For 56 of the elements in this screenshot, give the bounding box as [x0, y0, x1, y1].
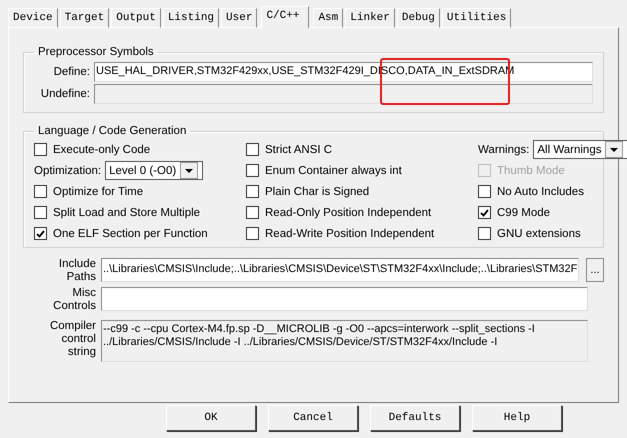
- field-label: Include Paths: [58, 258, 96, 284]
- checkbox-label: No Auto Includes: [497, 186, 584, 198]
- checkbox[interactable]: [246, 227, 259, 240]
- checkbox[interactable]: [478, 185, 491, 198]
- tab[interactable]: Listing: [162, 8, 220, 28]
- checkbox-label: Read-Only Position Independent: [265, 206, 432, 218]
- browse-button[interactable]: ...: [586, 258, 604, 282]
- dialog-button[interactable]: Defaults: [370, 405, 460, 431]
- checkbox[interactable]: [246, 206, 259, 219]
- checkbox-label: Thumb Mode: [497, 164, 565, 176]
- select-label: Warnings:: [478, 144, 530, 156]
- checkbox[interactable]: [246, 185, 259, 198]
- checkbox-label: Split Load and Store Multiple: [53, 206, 200, 218]
- checkbox-label: Enum Container always int: [265, 164, 402, 176]
- dialog-button[interactable]: OK: [166, 405, 256, 431]
- misc-controls-field[interactable]: [101, 287, 588, 311]
- group-title: Preprocessor Symbols: [37, 46, 155, 58]
- checkbox[interactable]: [34, 143, 47, 156]
- tab[interactable]: Target: [60, 8, 110, 28]
- checkbox-label: GNU extensions: [497, 228, 581, 240]
- field-label: Compiler control string: [48, 320, 96, 359]
- checkbox[interactable]: [34, 206, 47, 219]
- tab[interactable]: Asm: [313, 8, 344, 28]
- checkmark-icon: [36, 230, 45, 238]
- checkbox[interactable]: [34, 185, 47, 198]
- checkbox-label: C99 Mode: [497, 206, 550, 218]
- tab[interactable]: User: [221, 8, 258, 28]
- checkmark-icon: [480, 208, 489, 216]
- select-label: Optimization:: [34, 164, 102, 176]
- dialog-button[interactable]: Cancel: [268, 405, 358, 431]
- tab[interactable]: Device: [8, 8, 58, 28]
- checkbox[interactable]: [246, 143, 259, 156]
- checkbox[interactable]: [478, 206, 491, 219]
- checkbox-label: Plain Char is Signed: [265, 186, 370, 198]
- checkbox[interactable]: [478, 227, 491, 240]
- dropdown[interactable]: All Warnings: [533, 140, 627, 159]
- dialog-button[interactable]: Help: [472, 405, 562, 431]
- tab[interactable]: Debug: [396, 8, 440, 28]
- tab[interactable]: C/C++: [261, 6, 310, 28]
- compiler-control-string-field: --c99 -c --cpu Cortex-M4.fp.sp -D__MICROLIB -g -O0 --apcs=interwork --split_sections -I ../Libraries/CMSIS/Include -I ../Libraries/CMSIS/Device/ST/STM32F4xx/Include -I: [101, 320, 588, 362]
- tab[interactable]: Output: [111, 8, 161, 28]
- group-title: Language / Code Generation: [37, 125, 188, 137]
- checkbox[interactable]: [246, 164, 259, 177]
- checkbox-label: One ELF Section per Function: [53, 228, 208, 240]
- field-label: Misc Controls: [52, 287, 96, 313]
- checkbox-label: Read-Write Position Independent: [265, 228, 434, 240]
- dropdown[interactable]: Level 0 (-O0): [105, 161, 204, 180]
- checkbox-label: Optimize for Time: [53, 186, 144, 198]
- checkbox-label: Execute-only Code: [53, 144, 150, 156]
- field-label: Define:: [52, 66, 90, 78]
- checkbox-label: Strict ANSI C: [265, 144, 332, 156]
- include-paths-field[interactable]: ..\Libraries\CMSIS\Include;..\Libraries\CMSIS\Device\ST\STM32F4xx\Include;..\Libraries\STM32F: [101, 258, 579, 282]
- field-label: Undefine:: [40, 88, 90, 100]
- tab[interactable]: Linker: [345, 8, 395, 28]
- tab[interactable]: Utilities: [442, 8, 512, 28]
- checkbox[interactable]: [34, 227, 47, 240]
